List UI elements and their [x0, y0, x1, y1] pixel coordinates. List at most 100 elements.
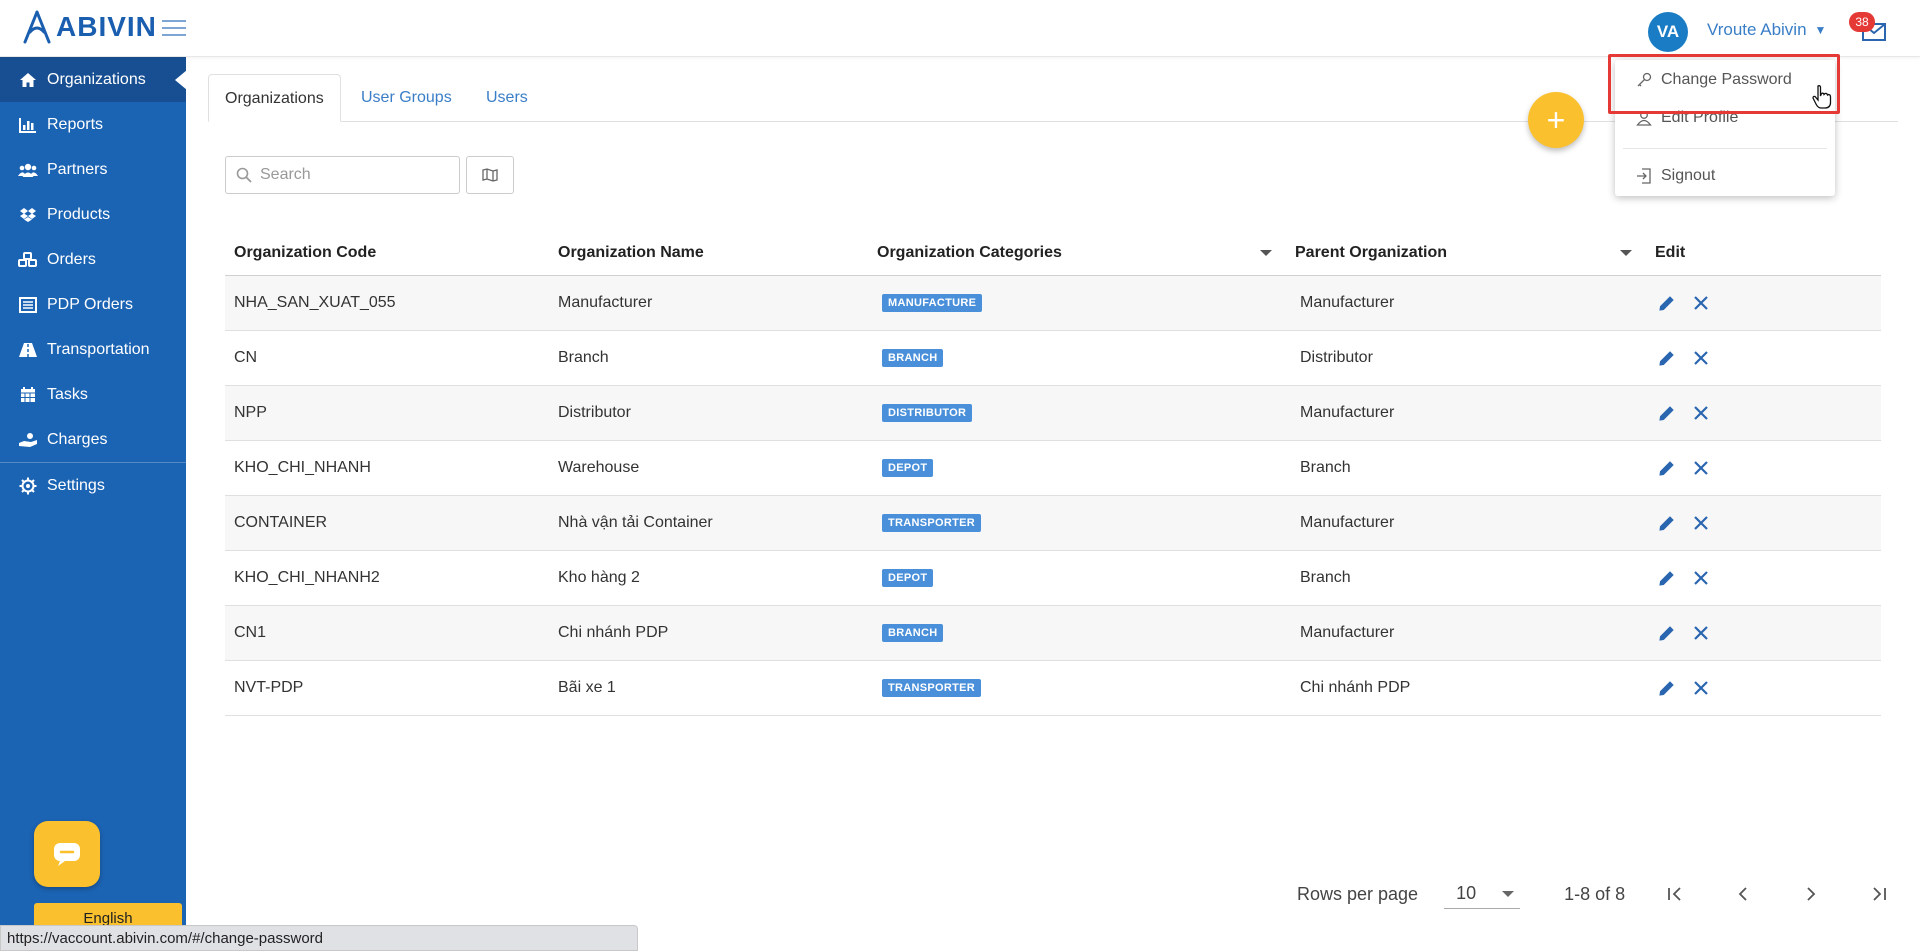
- sidebar-item-label: Partners: [47, 160, 108, 178]
- users-icon: [18, 160, 38, 180]
- chat-icon: [54, 843, 80, 866]
- cell-organization-category: BRANCH: [868, 349, 1286, 367]
- header-organization-name: Organization Name: [558, 243, 704, 261]
- filter-dropdown-icon[interactable]: [1620, 249, 1632, 256]
- table-row: KHO_CHI_NHANH2 Kho hàng 2 DEPOT Branch: [225, 551, 1881, 606]
- prev-page-icon[interactable]: [1731, 882, 1755, 906]
- cell-organization-category: MANUFACTURE: [868, 294, 1286, 312]
- plus-icon: +: [1546, 101, 1566, 138]
- top-header: ABIVIN VA Vroute Abivin ▼ 38: [0, 0, 1920, 57]
- tab-organizations[interactable]: Organizations: [208, 74, 341, 122]
- cell-organization-name: Nhà vận tải Container: [558, 514, 713, 531]
- sidebar-item-charges[interactable]: Charges: [0, 417, 186, 462]
- pagination: Rows per page 10 1-8 of 8: [1297, 876, 1891, 912]
- edit-pencil-icon[interactable]: [1655, 511, 1679, 535]
- rows-per-page-select[interactable]: 10: [1444, 879, 1521, 909]
- chat-button[interactable]: [34, 821, 100, 887]
- cell-edit-actions: [1646, 676, 1881, 700]
- menu-divider: [1623, 148, 1827, 149]
- sidebar-item-orders[interactable]: Orders: [0, 237, 186, 282]
- cell-organization-category: BRANCH: [868, 624, 1286, 642]
- menu-item-label: Change Password: [1661, 71, 1792, 88]
- map-view-button[interactable]: [466, 156, 514, 194]
- organizations-table: Organization Code Organization Name Orga…: [225, 230, 1881, 716]
- edit-pencil-icon[interactable]: [1655, 456, 1679, 480]
- sidebar-item-label: Tasks: [47, 385, 88, 403]
- cell-organization-name: Kho hàng 2: [558, 569, 640, 586]
- delete-close-icon[interactable]: [1689, 291, 1713, 315]
- sidebar-item-settings[interactable]: Settings: [0, 463, 186, 508]
- delete-close-icon[interactable]: [1689, 621, 1713, 645]
- calendar-icon: [18, 385, 38, 405]
- sidebar-item-reports[interactable]: Reports: [0, 102, 186, 147]
- menu-toggle-icon[interactable]: [162, 20, 186, 38]
- delete-close-icon[interactable]: [1689, 346, 1713, 370]
- filter-dropdown-icon[interactable]: [1260, 249, 1272, 256]
- menu-item-change-password[interactable]: Change Password: [1615, 60, 1835, 100]
- user-menu-trigger[interactable]: Vroute Abivin ▼: [1707, 20, 1826, 40]
- next-page-icon[interactable]: [1799, 882, 1823, 906]
- category-badge: DISTRIBUTOR: [882, 404, 973, 422]
- table-row: NHA_SAN_XUAT_055 Manufacturer MANUFACTURE M…: [225, 276, 1881, 331]
- category-badge: MANUFACTURE: [882, 294, 983, 312]
- cell-parent-organization: Branch: [1300, 459, 1351, 476]
- cell-organization-name: Manufacturer: [558, 294, 653, 311]
- cell-organization-name: Branch: [558, 349, 609, 366]
- cell-parent-organization: Branch: [1300, 569, 1351, 586]
- edit-pencil-icon[interactable]: [1655, 676, 1679, 700]
- add-organization-button[interactable]: +: [1528, 92, 1584, 148]
- abivin-logo-icon: [23, 10, 51, 44]
- category-badge: BRANCH: [882, 349, 944, 367]
- map-icon: [482, 168, 498, 182]
- table-row: NVT-PDP Bãi xe 1 TRANSPORTER Chi nhánh PDP: [225, 661, 1881, 716]
- edit-pencil-icon[interactable]: [1655, 291, 1679, 315]
- pagination-range: 1-8 of 8: [1564, 883, 1626, 904]
- edit-pencil-icon[interactable]: [1655, 401, 1679, 425]
- rows-per-page-value: 10: [1456, 883, 1477, 903]
- edit-pencil-icon[interactable]: [1655, 346, 1679, 370]
- sidebar-item-pdp-orders[interactable]: PDP Orders: [0, 282, 186, 327]
- list-icon: [18, 295, 38, 315]
- delete-close-icon[interactable]: [1689, 676, 1713, 700]
- header-organization-categories: Organization Categories: [868, 244, 1286, 262]
- home-icon: [18, 70, 38, 90]
- sidebar-item-partners[interactable]: Partners: [0, 147, 186, 192]
- search-input[interactable]: [260, 166, 450, 184]
- user-name-label: Vroute Abivin: [1707, 20, 1807, 39]
- cell-organization-name: Distributor: [558, 404, 631, 421]
- sidebar-item-organizations[interactable]: Organizations: [0, 57, 187, 102]
- delete-close-icon[interactable]: [1689, 511, 1713, 535]
- tab-users[interactable]: Users: [486, 74, 528, 122]
- sidebar-item-label: Charges: [47, 430, 108, 448]
- tab-user-groups[interactable]: User Groups: [361, 74, 452, 122]
- cell-parent-organization: Chi nhánh PDP: [1300, 679, 1411, 696]
- cell-organization-category: TRANSPORTER: [868, 679, 1286, 697]
- menu-item-edit-profile[interactable]: Edit Profile: [1615, 98, 1835, 138]
- category-badge: DEPOT: [882, 459, 934, 477]
- header-parent-organization: Parent Organization: [1286, 244, 1646, 262]
- sidebar-item-transportation[interactable]: Transportation: [0, 327, 186, 372]
- edit-pencil-icon[interactable]: [1655, 621, 1679, 645]
- app-logo[interactable]: ABIVIN: [22, 10, 157, 44]
- sidebar-item-label: Products: [47, 205, 111, 223]
- edit-pencil-icon[interactable]: [1655, 566, 1679, 590]
- menu-item-signout[interactable]: Signout: [1615, 156, 1835, 196]
- hand-pointer-icon: [1812, 85, 1832, 109]
- table-header: Organization Code Organization Name Orga…: [225, 230, 1881, 276]
- first-page-icon[interactable]: [1663, 882, 1687, 906]
- delete-close-icon[interactable]: [1689, 401, 1713, 425]
- chevron-down-icon: ▼: [1814, 23, 1827, 37]
- cell-organization-code: CN1: [234, 624, 267, 641]
- cell-organization-code: NVT-PDP: [234, 679, 304, 696]
- last-page-icon[interactable]: [1867, 882, 1891, 906]
- delete-close-icon[interactable]: [1689, 456, 1713, 480]
- avatar[interactable]: VA: [1648, 12, 1688, 52]
- hand-coin-icon: [18, 430, 38, 450]
- cell-organization-name: Chi nhánh PDP: [558, 624, 669, 641]
- sidebar-item-tasks[interactable]: Tasks: [0, 372, 186, 417]
- table-row: CN Branch BRANCH Distributor: [225, 331, 1881, 386]
- sidebar-item-products[interactable]: Products: [0, 192, 186, 237]
- cell-parent-organization: Manufacturer: [1300, 294, 1395, 311]
- search-box[interactable]: [225, 156, 460, 194]
- delete-close-icon[interactable]: [1689, 566, 1713, 590]
